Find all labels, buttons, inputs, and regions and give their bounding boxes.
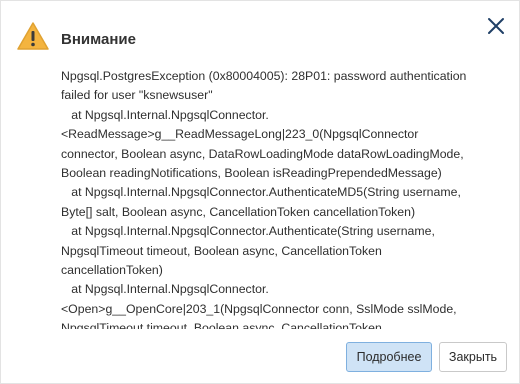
message-line: NpgsqlTimeout timeout, Boolean async, Ca…: [61, 321, 382, 329]
message-line: Npgsql.PostgresException (0x80004005): 2…: [61, 69, 467, 83]
details-button[interactable]: Подробнее: [346, 342, 432, 372]
error-dialog: Внимание Npgsql.PostgresException (0x800…: [0, 0, 520, 384]
message-line: at Npgsql.Internal.NpgsqlConnector.: [61, 107, 269, 122]
message-line: <ReadMessage>g__ReadMessageLong|223_0(Np…: [61, 127, 419, 142]
message-line: NpgsqlTimeout timeout, Boolean async, Ca…: [61, 243, 382, 258]
error-message-area[interactable]: Npgsql.PostgresException (0x80004005): 2…: [61, 67, 501, 329]
close-icon[interactable]: [485, 15, 507, 37]
message-line: at Npgsql.Internal.NpgsqlConnector.: [61, 282, 269, 297]
message-line: Boolean readingNotifications, Boolean is…: [61, 166, 442, 181]
message-line: failed for user "ksnewsuser": [61, 88, 213, 103]
dialog-footer: Подробнее Закрыть: [1, 331, 520, 384]
message-line: connector, Boolean async, DataRowLoading…: [61, 146, 464, 161]
close-button[interactable]: Закрыть: [439, 342, 507, 372]
message-line: at Npgsql.Internal.NpgsqlConnector.Authe…: [61, 185, 461, 200]
message-line: at Npgsql.Internal.NpgsqlConnector.Authe…: [61, 224, 435, 239]
dialog-header: Внимание: [1, 1, 520, 61]
error-message-text: Npgsql.PostgresException (0x80004005): 2…: [61, 67, 501, 329]
message-line: Byte[] salt, Boolean async, Cancellation…: [61, 204, 416, 219]
warning-triangle-icon: [16, 21, 50, 51]
dialog-title: Внимание: [61, 31, 136, 48]
message-line: <Open>g__OpenCore|203_1(NpgsqlConnector …: [61, 301, 457, 316]
message-line: cancellationToken): [61, 263, 163, 278]
